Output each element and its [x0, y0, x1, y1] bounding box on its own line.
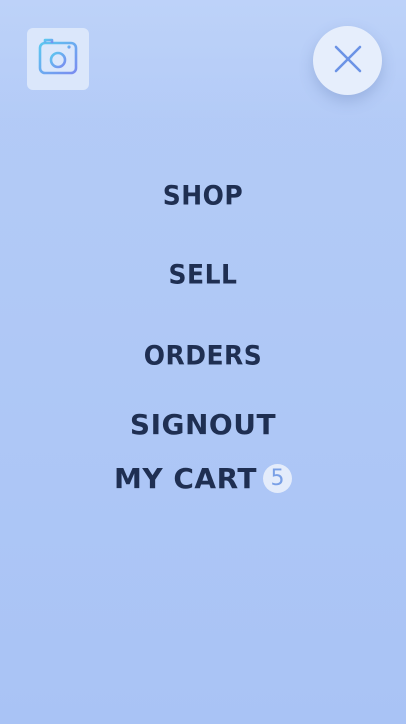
menu-item-orders[interactable]: ORDERS	[0, 340, 406, 370]
menu-item-label: MY CART	[113, 462, 257, 495]
menu-item-label: SIGNOUT	[129, 408, 277, 441]
menu-item-signout[interactable]: SIGNOUT	[0, 408, 406, 441]
close-icon	[333, 44, 363, 78]
menu-item-label: SHOP	[162, 180, 244, 211]
menu-item-sell[interactable]: SELL	[0, 259, 406, 289]
menu-item-label: SELL	[168, 259, 238, 290]
menu-item-label: ORDERS	[143, 340, 263, 371]
app-logo[interactable]	[27, 28, 89, 90]
menu-item-my-cart[interactable]: MY CART 5	[0, 462, 406, 495]
close-button[interactable]	[313, 26, 382, 95]
nav-overlay: SHOP SELL ORDERS SIGNOUT MY CART 5	[0, 0, 406, 724]
cart-count-badge: 5	[263, 464, 292, 493]
menu-item-shop[interactable]: SHOP	[0, 180, 406, 210]
camera-icon	[36, 35, 80, 83]
